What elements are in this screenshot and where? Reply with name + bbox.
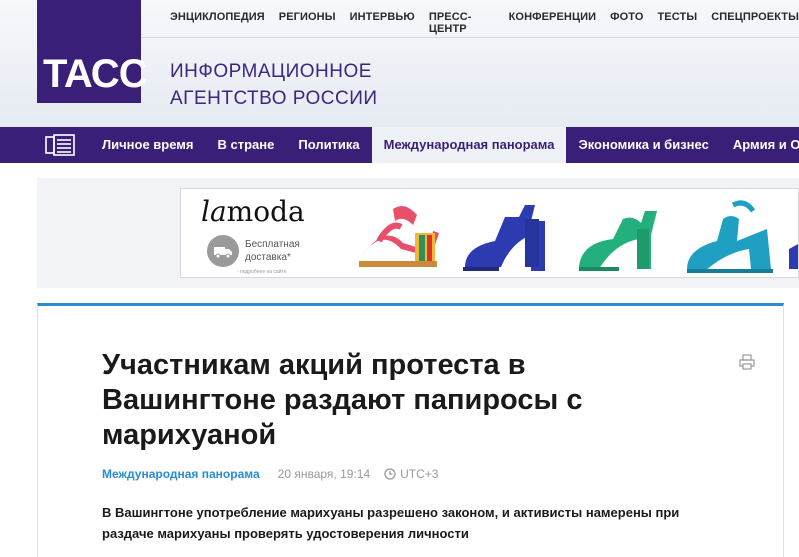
tass-logo[interactable]: ТАСС: [37, 0, 148, 103]
shoe-4: [687, 200, 773, 273]
print-icon[interactable]: [739, 354, 755, 370]
article-date: 20 января, 19:14: [277, 467, 371, 481]
delivery-line-2: доставка*: [245, 252, 291, 263]
article-rubric-link[interactable]: Международная панорама: [102, 467, 260, 481]
top-nav: ЭНЦИКЛОПЕДИЯ РЕГИОНЫ ИНТЕРВЬЮ ПРЕСС-ЦЕНТ…: [170, 11, 799, 35]
nav-item-economy[interactable]: Экономика и бизнес: [566, 127, 720, 163]
ad-fine-print: - подробнее на сайте: [237, 269, 287, 275]
lamoda-banner[interactable]: lamoda Бесплатная доставка* - подробнее …: [180, 188, 799, 278]
top-nav-special-projects[interactable]: СПЕЦПРОЕКТЫ: [711, 11, 799, 35]
delivery-line-1: Бесплатная: [245, 239, 300, 250]
article-card: Участникам акций протеста в Вашингтоне р…: [37, 303, 784, 557]
article-title: Участникам акций протеста в Вашингтоне р…: [102, 349, 583, 451]
section-tabs: Личное время В стране Политика Междунаро…: [90, 127, 799, 163]
nav-item-in-country[interactable]: В стране: [206, 127, 287, 163]
lamoda-logo: lamoda: [201, 195, 305, 228]
agency-line-1: ИНФОРМАЦИОННОЕ: [170, 61, 372, 82]
truck-icon: [207, 235, 239, 267]
top-nav-tests[interactable]: ТЕСТЫ: [657, 11, 697, 35]
top-nav-conferences[interactable]: КОНФЕРЕНЦИИ: [509, 11, 597, 35]
agency-line-2: АГЕНТСТВО РОССИИ: [170, 88, 378, 109]
site-header: ТАСС ЭНЦИКЛОПЕДИЯ РЕГИОНЫ ИНТЕРВЬЮ ПРЕСС…: [0, 0, 799, 127]
shoe-1: [359, 206, 439, 267]
top-nav-photo[interactable]: ФОТО: [610, 11, 643, 35]
article-lead: В Вашингтоне употребление марихуаны разр…: [102, 505, 680, 541]
nav-item-international[interactable]: Международная панорама: [371, 127, 567, 163]
top-nav-press-center[interactable]: ПРЕСС-ЦЕНТР: [429, 11, 495, 35]
top-nav-encyclopedia[interactable]: ЭНЦИКЛОПЕДИЯ: [170, 11, 265, 35]
timezone-label: UTC+3: [400, 467, 439, 481]
nav-item-army[interactable]: Армия и ОПК: [721, 127, 799, 163]
shoe-5: [789, 244, 798, 269]
main-nav: Личное время В стране Политика Междунаро…: [0, 127, 799, 163]
top-nav-regions[interactable]: РЕГИОНЫ: [279, 11, 336, 35]
clock-icon: [384, 468, 396, 480]
page: ТАСС ЭНЦИКЛОПЕДИЯ РЕГИОНЫ ИНТЕРВЬЮ ПРЕСС…: [0, 0, 799, 557]
menu-icon[interactable]: [45, 134, 75, 156]
free-delivery: Бесплатная доставка*: [207, 235, 300, 267]
header-divider: [141, 37, 799, 38]
shoes-image: [359, 200, 798, 273]
nav-item-politics[interactable]: Политика: [286, 127, 371, 163]
logo-text: ТАСС: [43, 52, 148, 96]
timezone: UTC+3: [384, 467, 438, 481]
top-nav-interviews[interactable]: ИНТЕРВЬЮ: [350, 11, 415, 35]
agency-name: ИНФОРМАЦИОННОЕ АГЕНТСТВО РОССИИ: [170, 58, 378, 112]
article-meta: Международная панорама 20 января, 19:14 …: [102, 467, 438, 481]
shoe-3: [579, 211, 657, 271]
nav-item-personal-time[interactable]: Личное время: [90, 127, 206, 163]
shoe-2: [463, 205, 545, 271]
